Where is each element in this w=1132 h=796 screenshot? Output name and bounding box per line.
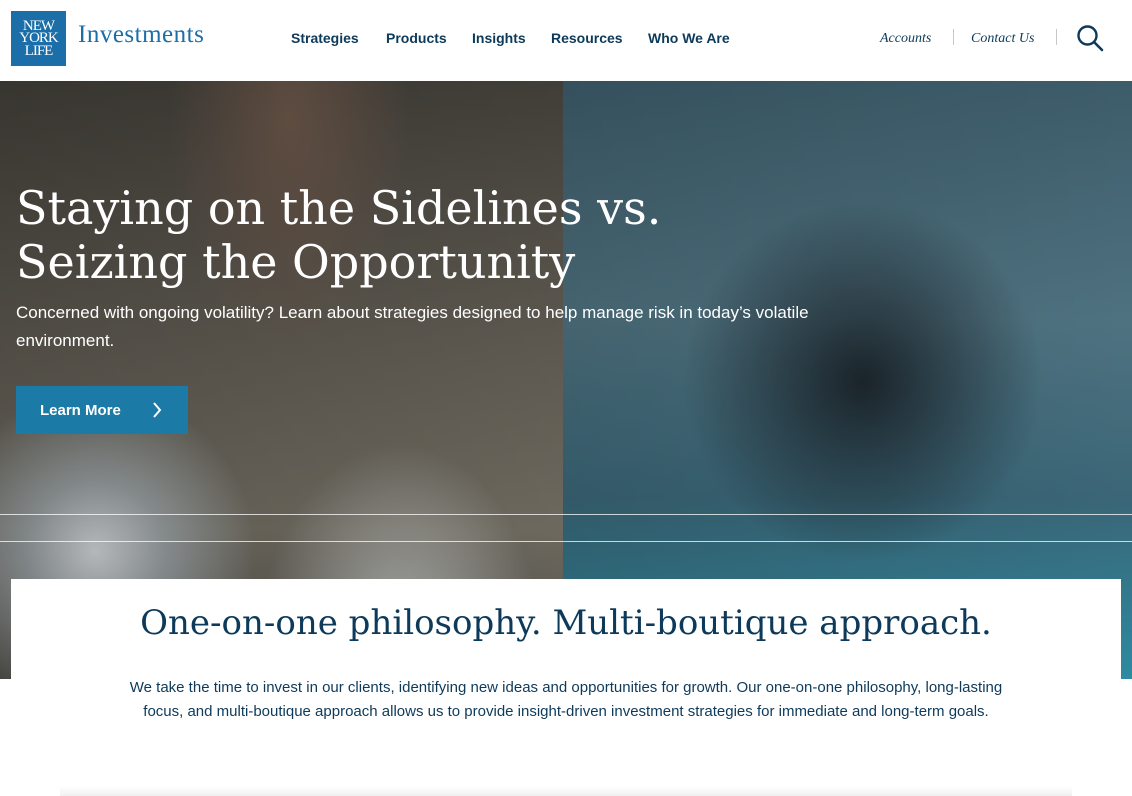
learn-more-label: Learn More: [40, 401, 121, 419]
hero-title-line-2: Seizing the Opportunity: [16, 235, 576, 289]
nav-who-we-are[interactable]: Who We Are: [648, 30, 730, 46]
hero-divider-line: [0, 541, 1132, 542]
new-york-life-logo[interactable]: NEW YORK LIFE: [11, 11, 66, 66]
logo-line-life: LIFE: [24, 42, 54, 59]
nav-strategies[interactable]: Strategies: [291, 30, 359, 46]
intro-text: We take the time to invest in our client…: [129, 679, 1003, 720]
hero-title: Staying on the Sidelines vs. Seizing the…: [16, 181, 776, 289]
intro-section: One-on-one philosophy. Multi-boutique ap…: [11, 579, 1121, 796]
search-icon: [1077, 25, 1104, 52]
learn-more-button[interactable]: Learn More: [16, 386, 188, 434]
hero-divider-line: [0, 514, 1132, 515]
nav-products[interactable]: Products: [386, 30, 447, 46]
intro-title: One-on-one philosophy. Multi-boutique ap…: [140, 603, 992, 643]
next-card-shadow: [60, 786, 1072, 796]
brand-name[interactable]: Investments: [78, 21, 204, 49]
nav-resources[interactable]: Resources: [551, 30, 623, 46]
hero-title-line-1: Staying on the Sidelines vs.: [16, 181, 662, 235]
search-button[interactable]: [1076, 24, 1104, 52]
site-header: NEW YORK LIFE Investments Strategies Pro…: [0, 0, 1132, 81]
chevron-right-icon: [153, 402, 162, 418]
utility-divider: [1056, 29, 1057, 45]
accounts-link[interactable]: Accounts: [880, 31, 931, 47]
contact-us-link[interactable]: Contact Us: [971, 31, 1034, 47]
nav-insights[interactable]: Insights: [472, 30, 526, 46]
hero-subtitle: Concerned with ongoing volatility? Learn…: [16, 303, 809, 350]
utility-divider: [953, 29, 954, 45]
